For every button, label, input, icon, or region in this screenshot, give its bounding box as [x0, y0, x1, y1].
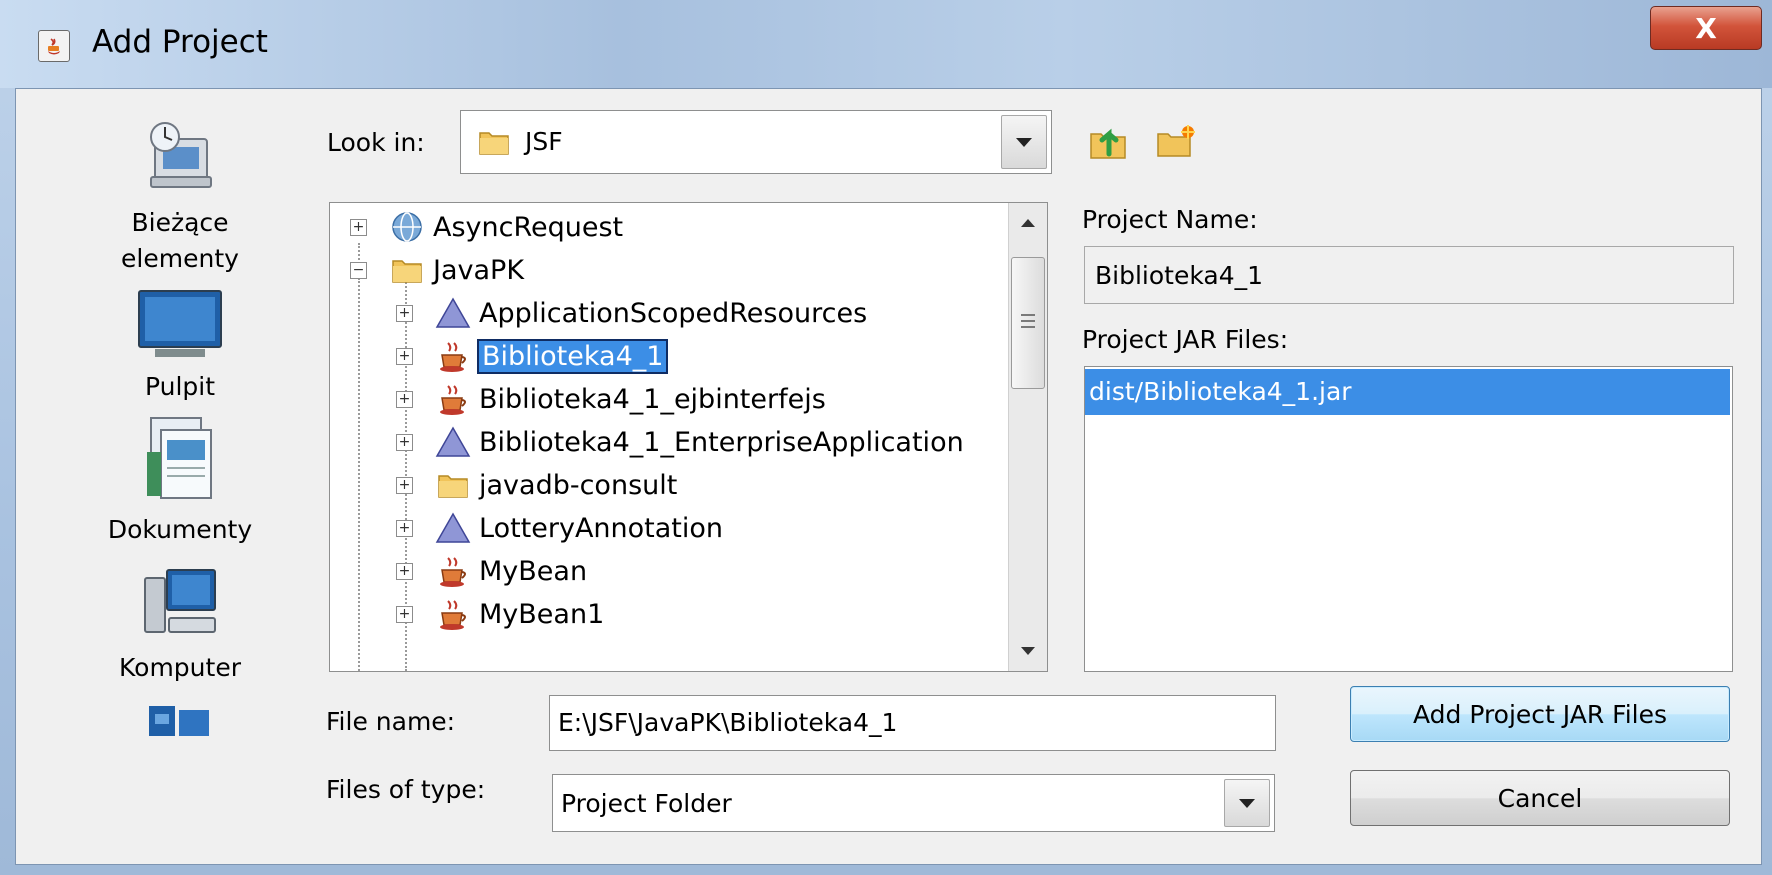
java-cup-icon [435, 596, 471, 632]
java-cup-icon [435, 381, 471, 417]
tree-connector [358, 265, 360, 671]
tree-item-label: JavaPK [433, 254, 525, 286]
expand-toggle[interactable]: + [396, 605, 413, 623]
tree-item[interactable]: + AsyncRequest [350, 207, 623, 247]
expand-toggle[interactable]: + [396, 304, 413, 322]
place-label: Komputer [119, 653, 241, 682]
tree-item-label: MyBean1 [479, 598, 605, 630]
place-label: Dokumenty [107, 515, 253, 544]
java-app-icon [38, 30, 70, 62]
place-documents[interactable]: Dokumenty [80, 412, 280, 548]
files-of-type-value: Project Folder [561, 789, 732, 818]
network-icon [149, 706, 209, 736]
web-project-icon [389, 209, 425, 245]
folder-icon [389, 252, 425, 288]
close-button[interactable]: X [1650, 6, 1762, 50]
files-of-type-dropdown-arrow[interactable] [1224, 779, 1270, 827]
tree-item[interactable]: + Biblioteka4_1_ejbinterfejs [396, 379, 826, 419]
enterprise-triangle-icon [435, 295, 471, 331]
up-one-level-icon [1090, 128, 1126, 159]
tree-item-label: javadb-consult [479, 469, 678, 501]
tree-item[interactable]: + MyBean1 [396, 594, 604, 634]
tree-item-label: Biblioteka4_1_ejbinterfejs [479, 383, 826, 415]
tree-item[interactable]: + ApplicationScopedResources [396, 293, 867, 333]
place-network[interactable] [80, 700, 280, 744]
tree-item[interactable]: + javadb-consult [396, 465, 677, 505]
file-name-value: E:\JSF\JavaPK\Biblioteka4_1 [558, 708, 898, 737]
tree-item[interactable]: + MyBean [396, 551, 587, 591]
tree-item[interactable]: + Biblioteka4_1_EnterpriseApplication [396, 422, 964, 462]
folder-icon [435, 467, 471, 503]
expand-toggle[interactable]: + [396, 519, 413, 537]
desktop-icon [138, 290, 222, 357]
documents-icon [147, 417, 212, 499]
files-of-type-label: Files of type: [326, 775, 486, 804]
file-name-label: File name: [326, 707, 456, 736]
expand-toggle[interactable]: + [350, 218, 367, 236]
tree-item-label: AsyncRequest [433, 211, 624, 243]
java-cup-icon [435, 338, 471, 374]
place-label: Bieżące [131, 208, 229, 237]
window-title: Add Project [92, 24, 268, 60]
title-bar[interactable]: Add Project X [0, 0, 1772, 88]
tree-item[interactable]: + LotteryAnnotation [396, 508, 723, 548]
recent-items-icon [150, 122, 212, 188]
tree-item-label: Biblioteka4_1 [476, 338, 669, 374]
place-computer[interactable]: Komputer [80, 560, 280, 686]
folder-icon [477, 125, 511, 163]
expand-toggle[interactable]: + [396, 347, 413, 365]
project-name-value: Biblioteka4_1 [1095, 261, 1264, 290]
tree-item-label: ApplicationScopedResources [479, 297, 868, 329]
new-folder-icon [1157, 125, 1195, 157]
place-desktop[interactable]: Pulpit [80, 285, 280, 405]
tree-item[interactable]: − JavaPK [350, 250, 524, 290]
expand-toggle[interactable]: + [396, 476, 413, 494]
place-recent-items[interactable]: Bieżące elementy [80, 115, 280, 277]
project-jar-files-label: Project JAR Files: [1082, 325, 1289, 354]
tree-item-label: LotteryAnnotation [479, 512, 724, 544]
scroll-thumb[interactable] [1011, 257, 1045, 389]
window-frame: Add Project X Bieżące elementy Pulpit Do… [0, 0, 1772, 875]
place-label: Pulpit [144, 372, 216, 401]
expand-toggle[interactable]: + [396, 562, 413, 580]
look-in-value: JSF [525, 127, 563, 156]
project-name-label: Project Name: [1082, 205, 1258, 234]
scroll-up-arrow[interactable] [1009, 203, 1047, 243]
tree-vertical-scrollbar[interactable] [1008, 203, 1047, 671]
look-in-dropdown-arrow[interactable] [1001, 115, 1047, 169]
tree-item-label: MyBean [479, 555, 588, 587]
place-label: elementy [121, 244, 239, 273]
project-jar-files-list[interactable]: dist/Biblioteka4_1.jar [1084, 366, 1733, 672]
up-one-level-button[interactable] [1085, 118, 1133, 166]
enterprise-triangle-icon [435, 510, 471, 546]
new-folder-button[interactable] [1152, 118, 1200, 166]
look-in-label: Look in: [327, 128, 425, 157]
project-name-field: Biblioteka4_1 [1084, 246, 1734, 304]
cancel-button[interactable]: Cancel [1350, 770, 1730, 826]
list-item[interactable]: dist/Biblioteka4_1.jar [1085, 369, 1730, 415]
computer-icon [144, 569, 216, 633]
files-of-type-combo[interactable]: Project Folder [552, 774, 1275, 832]
expand-toggle[interactable]: + [396, 433, 413, 451]
expand-toggle[interactable]: + [396, 390, 413, 408]
file-name-input[interactable]: E:\JSF\JavaPK\Biblioteka4_1 [549, 695, 1276, 751]
add-project-jar-files-button[interactable]: Add Project JAR Files [1350, 686, 1730, 742]
scroll-down-arrow[interactable] [1009, 631, 1047, 671]
java-cup-icon [435, 553, 471, 589]
project-tree[interactable]: + AsyncRequest − JavaPK + ApplicationSco… [329, 202, 1048, 672]
tree-item-selected[interactable]: + Biblioteka4_1 [396, 336, 669, 376]
enterprise-triangle-icon [435, 424, 471, 460]
look-in-combo[interactable]: JSF [460, 110, 1052, 174]
tree-item-label: Biblioteka4_1_EnterpriseApplication [479, 426, 964, 458]
collapse-toggle[interactable]: − [350, 261, 367, 279]
